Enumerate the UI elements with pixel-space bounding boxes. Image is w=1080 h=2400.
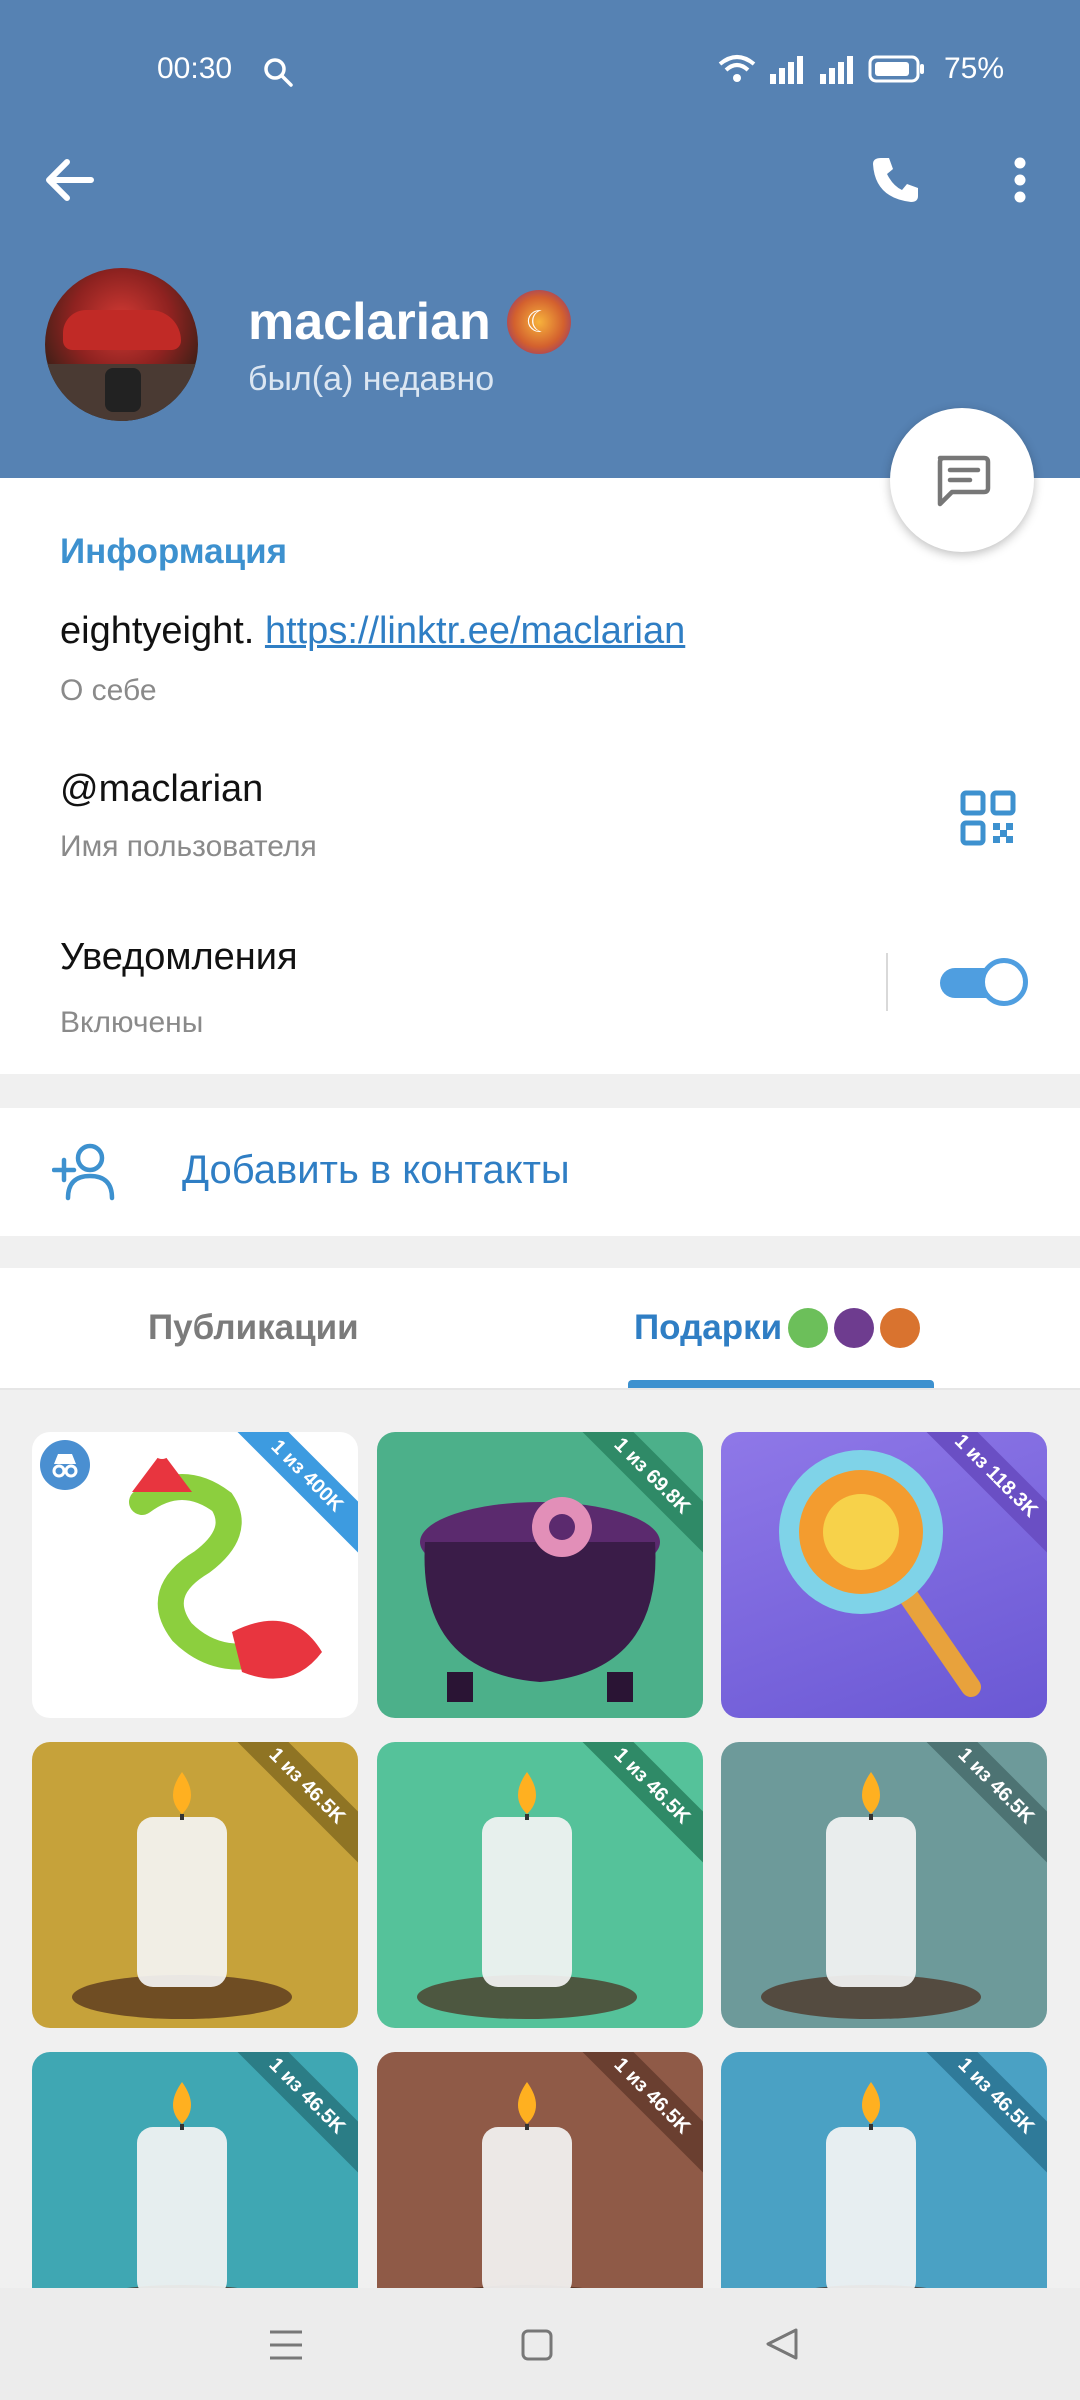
tab-active-indicator xyxy=(628,1380,934,1388)
signal-icon-2 xyxy=(819,56,853,84)
bio: eightyeight. https://linktr.ee/maclarian xyxy=(60,610,685,653)
send-message-button[interactable] xyxy=(890,408,1034,552)
profile-name-row: maclarian ☾ xyxy=(248,290,571,354)
back-button[interactable] xyxy=(30,140,110,220)
notifications-status: Включены xyxy=(60,1006,204,1039)
info-section-title: Информация xyxy=(60,532,288,571)
battery-percent: 75% xyxy=(943,52,1004,85)
profile-header: 00:30 75% maclarian ☾ был(а) недавно xyxy=(0,0,1080,478)
system-navigation-bar xyxy=(0,2288,1080,2400)
more-vertical-icon xyxy=(1014,157,1026,203)
status-right: 75% xyxy=(718,52,1004,86)
gift-card[interactable]: 1 из 69.8K xyxy=(377,1432,703,1718)
tab-gifts[interactable]: Подарки xyxy=(634,1308,921,1348)
add-contact-label: Добавить в контакты xyxy=(182,1148,570,1192)
battery-icon xyxy=(868,55,924,83)
recent-apps-icon[interactable] xyxy=(268,2328,304,2362)
incognito-icon xyxy=(52,1454,78,1478)
gift-card[interactable]: 1 из 46.5K xyxy=(32,1742,358,2028)
status-time: 00:30 xyxy=(157,52,233,85)
avatar-car-shape xyxy=(63,310,181,350)
notifications-title: Уведомления xyxy=(60,936,298,978)
home-icon[interactable] xyxy=(520,2328,554,2362)
bio-text: eightyeight. xyxy=(60,610,255,652)
wifi-icon xyxy=(718,55,756,82)
section-gap xyxy=(0,1074,1080,1108)
more-options-button[interactable] xyxy=(980,140,1060,220)
tab-publications[interactable]: Публикации xyxy=(148,1308,359,1348)
add-user-icon xyxy=(52,1143,115,1201)
notifications-toggle[interactable] xyxy=(940,958,1028,1006)
section-gap-2 xyxy=(0,1236,1080,1268)
cauldron-mini-icon xyxy=(834,1308,875,1348)
moon-mini-icon xyxy=(880,1308,921,1348)
phone-icon xyxy=(873,158,918,202)
avatar[interactable] xyxy=(45,268,198,421)
signal-icon xyxy=(769,56,803,84)
back-nav-icon[interactable] xyxy=(764,2326,800,2362)
avatar-figure-shape xyxy=(105,368,141,412)
qr-code-icon[interactable] xyxy=(960,790,1016,846)
toggle-knob xyxy=(980,958,1028,1006)
notifications-divider xyxy=(886,953,888,1011)
profile-tabs: Публикации Подарки xyxy=(0,1268,1080,1390)
gift-card[interactable]: 1 из 46.5K xyxy=(377,1742,703,2028)
arrow-left-icon xyxy=(46,159,94,201)
profile-name: maclarian xyxy=(248,293,491,351)
username-value[interactable]: @maclarian xyxy=(60,768,263,811)
username-caption: Имя пользователя xyxy=(60,830,317,863)
bio-caption: О себе xyxy=(60,674,157,707)
snake-mini-icon xyxy=(788,1308,829,1348)
message-icon xyxy=(937,455,991,507)
tab-gifts-label: Подарки xyxy=(634,1308,783,1347)
emoji-status-icon[interactable]: ☾ xyxy=(506,290,571,354)
last-seen-status: был(а) недавно xyxy=(248,360,495,398)
add-contact-button[interactable]: Добавить в контакты xyxy=(0,1108,1080,1236)
bio-link[interactable]: https://linktr.ee/maclarian xyxy=(265,610,685,652)
gift-card[interactable]: 1 из 46.5K xyxy=(721,1742,1047,2028)
status-bar: 00:30 75% xyxy=(0,52,1080,92)
search-icon xyxy=(264,58,293,87)
gift-card[interactable]: 1 из 118.3K xyxy=(721,1432,1047,1718)
call-button[interactable] xyxy=(855,140,935,220)
gift-card[interactable]: 1 из 400K xyxy=(32,1432,358,1718)
pinned-gift-badge-icon xyxy=(40,1440,90,1490)
